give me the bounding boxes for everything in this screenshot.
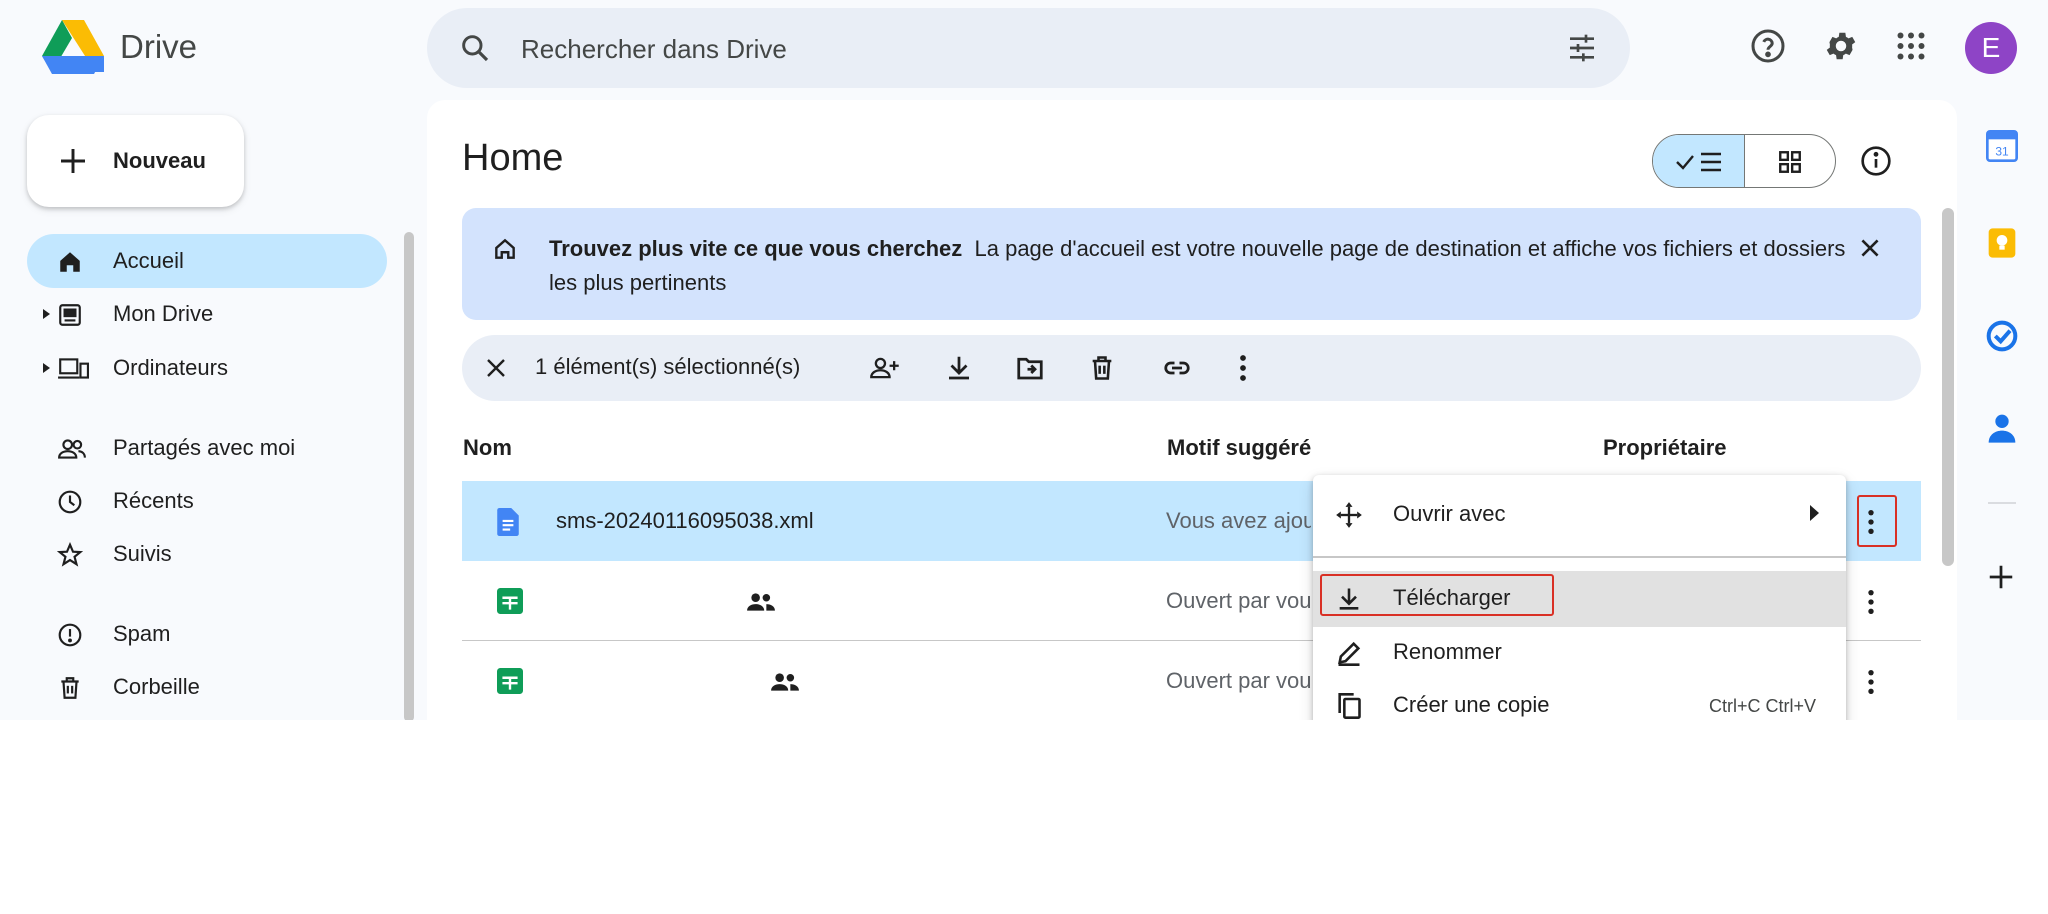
- delete-trash-icon[interactable]: [1088, 353, 1116, 383]
- view-toggle: [1652, 134, 1836, 188]
- search-input[interactable]: Rechercher dans Drive: [521, 34, 787, 65]
- sidebar-item-suivis[interactable]: Suivis: [27, 527, 387, 581]
- menu-item-make-copy[interactable]: Créer une copie Ctrl+C Ctrl+V: [1313, 678, 1846, 720]
- sidebar-item-label: Récents: [113, 488, 194, 513]
- clear-selection-icon[interactable]: [484, 356, 508, 380]
- sidebar-item-spam[interactable]: Spam: [27, 607, 387, 661]
- my-drive-icon: [57, 302, 83, 328]
- info-banner: Trouvez plus vite ce que vous cherchez L…: [462, 208, 1921, 320]
- column-header-reason: Motif suggéré: [1167, 435, 1312, 460]
- sheet-file-icon: [497, 668, 523, 694]
- sidebar-item-mon-drive[interactable]: Mon Drive: [27, 287, 387, 341]
- move-to-folder-icon[interactable]: [1015, 353, 1045, 383]
- home-icon: [57, 249, 83, 275]
- settings-gear-icon[interactable]: [1823, 28, 1859, 64]
- sidebar-item-label: Corbeille: [113, 674, 200, 699]
- sidebar-item-label: Suivis: [113, 541, 172, 566]
- home-outline-icon: [492, 236, 518, 262]
- calendar-icon[interactable]: 31: [1986, 130, 2018, 162]
- sidebar-item-corbeille[interactable]: Corbeille: [27, 660, 387, 714]
- shared-people-icon: [770, 671, 800, 693]
- new-button-label: Nouveau: [113, 148, 206, 173]
- download-highlight: [1320, 574, 1554, 616]
- computers-icon: [57, 356, 89, 382]
- sheet-file-icon: [497, 588, 523, 614]
- rail-divider: [1988, 502, 2016, 504]
- file-name[interactable]: sms-20240116095038.xml: [556, 508, 814, 534]
- more-actions-icon[interactable]: [1239, 353, 1247, 383]
- app-title: Drive: [120, 28, 198, 65]
- calendar-day: 31: [1995, 144, 2009, 158]
- expand-caret-icon[interactable]: [43, 363, 51, 373]
- sidebar-item-ordinateurs[interactable]: Ordinateurs: [27, 341, 387, 395]
- menu-item-label: Ouvrir avec: [1393, 501, 1506, 526]
- main-scrollbar[interactable]: [1942, 208, 1954, 566]
- menu-item-label: Renommer: [1393, 639, 1502, 664]
- download-icon[interactable]: [944, 353, 974, 383]
- search-options-icon[interactable]: [1565, 32, 1599, 64]
- submenu-arrow-icon: [1810, 505, 1820, 521]
- copy-icon: [1335, 692, 1363, 720]
- trash-icon: [57, 675, 83, 701]
- suggested-reason: Ouvert par vous: [1166, 588, 1311, 613]
- help-icon[interactable]: [1750, 28, 1786, 64]
- menu-divider: [1313, 556, 1846, 558]
- selection-toolbar: 1 élément(s) sélectionné(s): [462, 335, 1921, 401]
- tasks-icon[interactable]: [1986, 320, 2018, 352]
- doc-file-icon: [497, 508, 519, 536]
- more-actions-highlight: [1857, 495, 1897, 547]
- column-header-name[interactable]: Nom: [463, 435, 512, 461]
- drive-app: Drive Rechercher dans Drive E Nouveau Ac…: [0, 0, 2048, 720]
- list-view-button[interactable]: [1653, 135, 1745, 187]
- search-icon[interactable]: [459, 32, 491, 64]
- drive-logo-icon[interactable]: [42, 20, 104, 76]
- menu-item-shortcut: Ctrl+C Ctrl+V: [1708, 696, 1816, 716]
- page-title: Home: [462, 137, 564, 179]
- menu-item-label: Créer une copie: [1393, 692, 1550, 717]
- selection-count: 1 élément(s) sélectionné(s): [535, 354, 801, 379]
- sidebar-item-label: Spam: [113, 621, 171, 646]
- new-button[interactable]: Nouveau: [27, 115, 244, 207]
- suggested-reason: Ouvert par vous: [1166, 668, 1311, 693]
- sidebar-item-recents[interactable]: Récents: [27, 474, 387, 528]
- column-header-owner: Propriétaire: [1603, 435, 1727, 460]
- add-addon-plus-icon[interactable]: [1986, 562, 2016, 592]
- sidebar-item-label: Partagés avec moi: [113, 435, 296, 460]
- info-icon[interactable]: [1860, 145, 1892, 177]
- grid-view-button[interactable]: [1745, 135, 1835, 187]
- apps-grid-icon[interactable]: [1893, 28, 1929, 64]
- sidebar-item-label: Mon Drive: [113, 301, 214, 326]
- shared-people-icon: [746, 591, 776, 613]
- sidebar-item-label: Ordinateurs: [113, 355, 228, 380]
- search-bar[interactable]: Rechercher dans Drive: [427, 8, 1630, 88]
- close-banner-icon[interactable]: [1857, 235, 1883, 261]
- sidebar-item-partages[interactable]: Partagés avec moi: [27, 421, 387, 475]
- plus-icon: [57, 145, 89, 177]
- keep-icon[interactable]: [1986, 227, 2018, 259]
- row-more-actions-icon[interactable]: [1867, 668, 1875, 696]
- sidebar-scrollbar[interactable]: [404, 232, 414, 720]
- suggested-reason: Vous avez ajouté: [1166, 508, 1311, 533]
- menu-item-open-with[interactable]: Ouvrir avec: [1313, 487, 1846, 543]
- open-with-icon: [1335, 501, 1363, 529]
- expand-caret-icon[interactable]: [43, 309, 51, 319]
- account-avatar[interactable]: E: [1965, 22, 2017, 74]
- sidebar-item-accueil[interactable]: Accueil: [27, 234, 387, 288]
- contacts-icon[interactable]: [1986, 412, 2018, 444]
- share-add-person-icon[interactable]: [869, 353, 901, 383]
- row-more-actions-icon[interactable]: [1867, 588, 1875, 616]
- copy-link-icon[interactable]: [1161, 353, 1193, 383]
- rename-pencil-icon: [1335, 639, 1363, 667]
- clock-icon: [57, 489, 83, 515]
- sidebar-item-label: Accueil: [113, 248, 184, 273]
- spam-icon: [57, 622, 83, 648]
- menu-item-rename[interactable]: Renommer: [1313, 625, 1846, 681]
- banner-title: Trouvez plus vite ce que vous cherchez: [549, 236, 963, 261]
- shared-icon: [57, 436, 87, 462]
- star-icon: [57, 542, 83, 568]
